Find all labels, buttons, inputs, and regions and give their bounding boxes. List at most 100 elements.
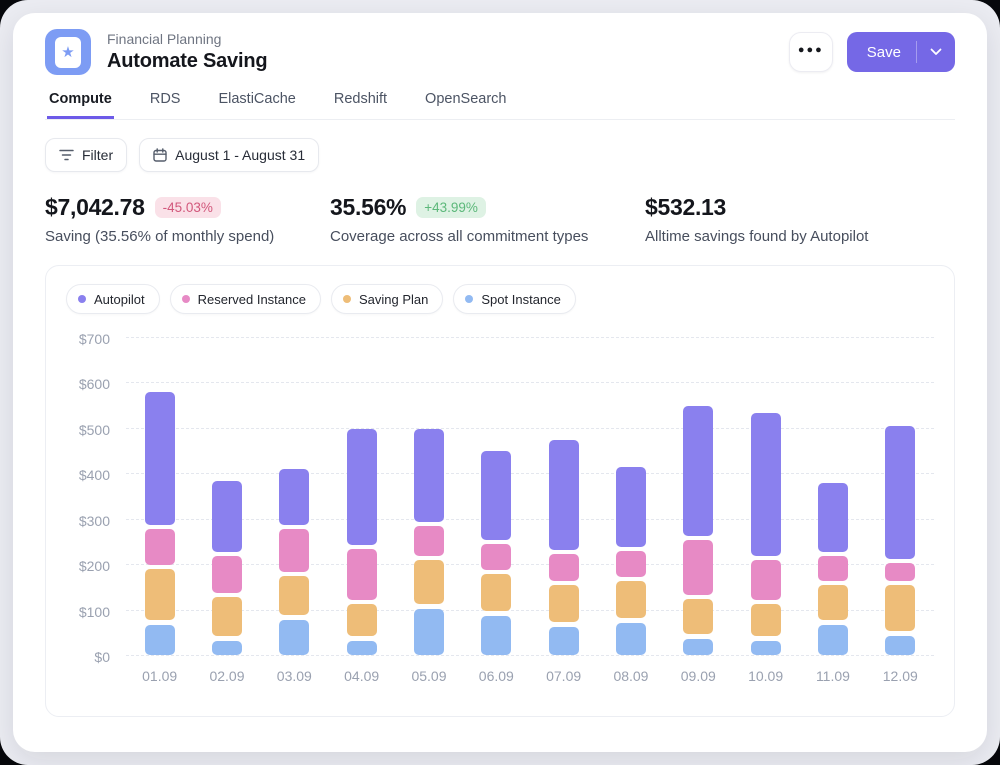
bar-segment-saving-plan: [414, 560, 444, 604]
bar-segment-reserved-instance: [616, 551, 646, 577]
bar-06.09: [463, 338, 530, 656]
bar-segment-spot-instance: [212, 641, 242, 655]
stat-value-row: 35.56%+43.99%: [330, 194, 645, 221]
bar-segment-spot-instance: [818, 625, 848, 655]
bar-segment-spot-instance: [616, 623, 646, 655]
page-title: Automate Saving: [107, 50, 773, 73]
filter-button[interactable]: Filter: [45, 138, 127, 172]
x-tick-label: 11.09: [799, 668, 866, 684]
y-tick-label: $0: [94, 649, 110, 665]
bar-segment-autopilot: [885, 426, 915, 558]
bar-segment-reserved-instance: [279, 529, 309, 573]
legend-label: Reserved Instance: [198, 292, 306, 307]
chevron-down-icon: [930, 48, 942, 56]
bar-segment-autopilot: [751, 413, 781, 557]
bar-segment-spot-instance: [751, 641, 781, 655]
date-range-button[interactable]: August 1 - August 31: [139, 138, 319, 172]
tab-rds[interactable]: RDS: [148, 91, 183, 119]
x-tick-label: 10.09: [732, 668, 799, 684]
legend-dot: [182, 295, 190, 303]
plot-area: [126, 338, 934, 656]
bar-segment-spot-instance: [145, 625, 175, 655]
x-axis: 01.0902.0903.0904.0905.0906.0907.0908.09…: [126, 668, 934, 684]
tab-elasticache[interactable]: ElastiCache: [216, 91, 297, 119]
breadcrumb: Financial Planning: [107, 31, 773, 47]
main-card: ★ Financial Planning Automate Saving ●●●…: [13, 13, 987, 752]
stat-value: 35.56%: [330, 194, 406, 221]
bar-05.09: [395, 338, 462, 656]
bar-segment-autopilot: [347, 429, 377, 545]
stat-value: $7,042.78: [45, 194, 145, 221]
bar-segment-reserved-instance: [145, 529, 175, 566]
x-tick-label: 08.09: [597, 668, 664, 684]
save-dropdown-button[interactable]: [917, 32, 955, 72]
stats-row: $7,042.78 -45.03% Saving (35.56% of monthl…: [45, 194, 955, 245]
x-tick-label: 03.09: [261, 668, 328, 684]
bar-02.09: [193, 338, 260, 656]
bar-12.09: [867, 338, 934, 656]
filter-label: Filter: [82, 147, 113, 163]
bar-segment-saving-plan: [751, 604, 781, 636]
bar-segment-saving-plan: [683, 599, 713, 634]
bar-segment-autopilot: [818, 483, 848, 552]
legend-label: Autopilot: [94, 292, 145, 307]
stat-caption: Saving (35.56% of monthly spend): [45, 228, 330, 245]
y-tick-label: $700: [79, 331, 110, 347]
bar-segment-autopilot: [481, 451, 511, 540]
save-button[interactable]: Save: [847, 32, 916, 72]
bar-segment-saving-plan: [481, 574, 511, 611]
legend-pill-autopilot[interactable]: Autopilot: [66, 284, 160, 314]
bar-11.09: [799, 338, 866, 656]
calendar-icon: [153, 148, 167, 162]
y-tick-label: $600: [79, 376, 110, 392]
legend-label: Spot Instance: [481, 292, 561, 307]
date-range-label: August 1 - August 31: [175, 147, 305, 163]
bar-segment-autopilot: [683, 406, 713, 536]
legend-pill-reserved-instance[interactable]: Reserved Instance: [170, 284, 321, 314]
bar-segment-reserved-instance: [481, 544, 511, 570]
legend-pill-saving-plan[interactable]: Saving Plan: [331, 284, 443, 314]
x-tick-label: 12.09: [867, 668, 934, 684]
x-tick-label: 07.09: [530, 668, 597, 684]
bar-segment-autopilot: [616, 467, 646, 547]
y-tick-label: $100: [79, 604, 110, 620]
bar-segment-saving-plan: [145, 569, 175, 620]
tab-opensearch[interactable]: OpenSearch: [423, 91, 508, 119]
tab-redshift[interactable]: Redshift: [332, 91, 389, 119]
bar-segment-reserved-instance: [347, 549, 377, 600]
ellipsis-icon: ●●●: [798, 45, 824, 56]
chart-legend: Autopilot Reserved Instance Saving Plan Spo…: [66, 284, 934, 314]
bar-segment-reserved-instance: [212, 556, 242, 593]
legend-dot: [78, 295, 86, 303]
y-tick-label: $200: [79, 558, 110, 574]
bar-segment-saving-plan: [347, 604, 377, 636]
tab-compute[interactable]: Compute: [47, 91, 114, 119]
toolbar: Filter August 1 - August 31: [45, 138, 955, 172]
legend-pill-spot-instance[interactable]: Spot Instance: [453, 284, 576, 314]
window-frame: ★ Financial Planning Automate Saving ●●●…: [0, 0, 1000, 765]
stat-value-row: $7,042.78 -45.03%: [45, 194, 330, 221]
x-tick-label: 04.09: [328, 668, 395, 684]
stat-caption: Alltime savings found by Autopilot: [645, 228, 868, 245]
bar-segment-spot-instance: [347, 641, 377, 655]
bar-08.09: [597, 338, 664, 656]
bar-segment-saving-plan: [885, 585, 915, 631]
y-tick-label: $500: [79, 422, 110, 438]
stat-3: $532.13 Alltime savings found by Autopilo…: [645, 194, 868, 245]
stat-value-row: $532.13: [645, 194, 868, 221]
stat-badge: -45.03%: [155, 197, 221, 218]
legend-dot: [343, 295, 351, 303]
bar-segment-autopilot: [414, 429, 444, 523]
bar-10.09: [732, 338, 799, 656]
y-axis: $700$600$500$400$300$200$100$0: [66, 338, 110, 656]
chart: $700$600$500$400$300$200$100$0: [66, 338, 934, 656]
bar-segment-reserved-instance: [549, 554, 579, 582]
header: ★ Financial Planning Automate Saving ●●●…: [45, 29, 955, 75]
y-tick-label: $300: [79, 513, 110, 529]
bar-segment-autopilot: [279, 469, 309, 524]
more-button[interactable]: ●●●: [789, 32, 833, 72]
app-icon-inner: ★: [55, 37, 81, 68]
bar-07.09: [530, 338, 597, 656]
bar-segment-saving-plan: [616, 581, 646, 618]
x-tick-label: 05.09: [395, 668, 462, 684]
